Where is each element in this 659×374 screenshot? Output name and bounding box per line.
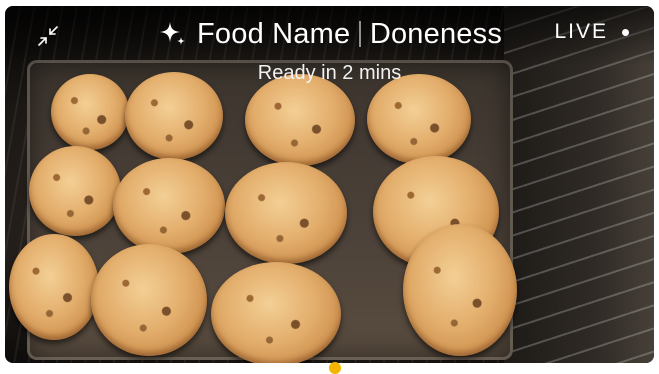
live-label: LIVE bbox=[554, 20, 608, 43]
food-title: Food Name Doneness bbox=[157, 14, 502, 54]
ready-status: Ready in 2 mins bbox=[257, 62, 402, 84]
live-dot-icon bbox=[622, 28, 629, 36]
cookie bbox=[29, 146, 121, 236]
cookie bbox=[113, 158, 225, 254]
oven-camera-view bbox=[5, 6, 654, 363]
title-divider bbox=[359, 21, 361, 47]
cookie bbox=[367, 74, 471, 164]
page-indicator-dot bbox=[329, 362, 341, 374]
cookie bbox=[51, 74, 129, 150]
cookie bbox=[125, 72, 223, 160]
doneness-label: Doneness bbox=[369, 17, 503, 50]
cookie bbox=[245, 74, 355, 166]
cookie bbox=[9, 234, 99, 340]
cookie bbox=[91, 244, 207, 356]
cookie bbox=[225, 162, 347, 264]
collapse-arrows-icon[interactable] bbox=[36, 24, 60, 48]
food-name-label: Food Name bbox=[197, 17, 351, 50]
live-indicator: LIVE bbox=[554, 20, 629, 44]
cookie bbox=[403, 224, 517, 356]
sparkle-icon bbox=[160, 22, 185, 45]
cookie bbox=[211, 262, 341, 363]
